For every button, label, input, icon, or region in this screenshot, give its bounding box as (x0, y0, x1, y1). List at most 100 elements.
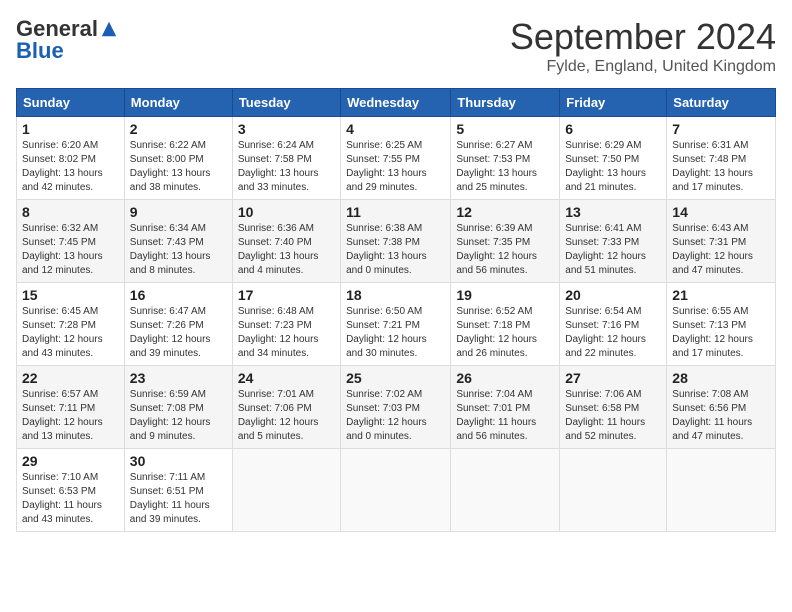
header: General Blue September 2024 Fylde, Engla… (16, 16, 776, 76)
day-info: Sunrise: 7:11 AM Sunset: 6:51 PM Dayligh… (130, 471, 227, 527)
day-info: Sunrise: 6:24 AM Sunset: 7:58 PM Dayligh… (238, 139, 335, 195)
calendar-cell: 16 Sunrise: 6:47 AM Sunset: 7:26 PM Dayli… (124, 283, 232, 366)
calendar-day-header: Thursday (451, 89, 560, 117)
day-info: Sunrise: 6:29 AM Sunset: 7:50 PM Dayligh… (565, 139, 661, 195)
day-number: 20 (565, 287, 661, 303)
logo-icon (100, 20, 118, 38)
calendar-table: SundayMondayTuesdayWednesdayThursdayFrid… (16, 88, 776, 532)
calendar-week-row: 29 Sunrise: 7:10 AM Sunset: 6:53 PM Dayli… (17, 449, 776, 532)
day-number: 25 (346, 370, 445, 386)
location-text: Fylde, England, United Kingdom (510, 58, 776, 76)
day-info: Sunrise: 7:10 AM Sunset: 6:53 PM Dayligh… (22, 471, 119, 527)
day-info: Sunrise: 6:32 AM Sunset: 7:45 PM Dayligh… (22, 222, 119, 278)
day-number: 4 (346, 121, 445, 137)
page-container: General Blue September 2024 Fylde, Engla… (0, 0, 792, 540)
day-number: 14 (672, 204, 770, 220)
calendar-cell: 29 Sunrise: 7:10 AM Sunset: 6:53 PM Dayli… (17, 449, 125, 532)
calendar-day-header: Saturday (667, 89, 776, 117)
logo-blue-text: Blue (16, 38, 64, 64)
calendar-cell: 7 Sunrise: 6:31 AM Sunset: 7:48 PM Daylig… (667, 117, 776, 200)
calendar-cell: 15 Sunrise: 6:45 AM Sunset: 7:28 PM Dayli… (17, 283, 125, 366)
month-title: September 2024 (510, 16, 776, 58)
day-info: Sunrise: 7:02 AM Sunset: 7:03 PM Dayligh… (346, 388, 445, 444)
day-number: 16 (130, 287, 227, 303)
calendar-cell: 3 Sunrise: 6:24 AM Sunset: 7:58 PM Daylig… (232, 117, 340, 200)
day-number: 8 (22, 204, 119, 220)
day-number: 11 (346, 204, 445, 220)
calendar-cell: 9Sunrise: 6:34 AM Sunset: 7:43 PM Daylig… (124, 200, 232, 283)
day-number: 28 (672, 370, 770, 386)
day-info: Sunrise: 7:06 AM Sunset: 6:58 PM Dayligh… (565, 388, 661, 444)
day-number: 7 (672, 121, 770, 137)
calendar-cell: 2 Sunrise: 6:22 AM Sunset: 8:00 PM Daylig… (124, 117, 232, 200)
calendar-header-row: SundayMondayTuesdayWednesdayThursdayFrid… (17, 89, 776, 117)
day-number: 1 (22, 121, 119, 137)
calendar-cell: 1Sunrise: 6:20 AM Sunset: 8:02 PM Daylig… (17, 117, 125, 200)
calendar-cell (667, 449, 776, 532)
calendar-week-row: 22 Sunrise: 6:57 AM Sunset: 7:11 PM Dayli… (17, 366, 776, 449)
calendar-cell: 24 Sunrise: 7:01 AM Sunset: 7:06 PM Dayli… (232, 366, 340, 449)
day-number: 19 (456, 287, 554, 303)
calendar-cell (560, 449, 667, 532)
calendar-cell: 5 Sunrise: 6:27 AM Sunset: 7:53 PM Daylig… (451, 117, 560, 200)
calendar-cell: 21 Sunrise: 6:55 AM Sunset: 7:13 PM Dayli… (667, 283, 776, 366)
calendar-cell: 18 Sunrise: 6:50 AM Sunset: 7:21 PM Dayli… (341, 283, 451, 366)
calendar-cell: 6 Sunrise: 6:29 AM Sunset: 7:50 PM Daylig… (560, 117, 667, 200)
day-number: 27 (565, 370, 661, 386)
day-info: Sunrise: 6:57 AM Sunset: 7:11 PM Dayligh… (22, 388, 119, 444)
day-number: 6 (565, 121, 661, 137)
day-info: Sunrise: 6:22 AM Sunset: 8:00 PM Dayligh… (130, 139, 227, 195)
day-number: 22 (22, 370, 119, 386)
day-number: 21 (672, 287, 770, 303)
day-number: 2 (130, 121, 227, 137)
calendar-cell: 8 Sunrise: 6:32 AM Sunset: 7:45 PM Daylig… (17, 200, 125, 283)
day-info: Sunrise: 7:08 AM Sunset: 6:56 PM Dayligh… (672, 388, 770, 444)
day-number: 17 (238, 287, 335, 303)
day-number: 23 (130, 370, 227, 386)
calendar-cell: 22 Sunrise: 6:57 AM Sunset: 7:11 PM Dayli… (17, 366, 125, 449)
day-number: 13 (565, 204, 661, 220)
day-info: Sunrise: 7:01 AM Sunset: 7:06 PM Dayligh… (238, 388, 335, 444)
calendar-cell: 25 Sunrise: 7:02 AM Sunset: 7:03 PM Dayli… (341, 366, 451, 449)
calendar-cell: 19 Sunrise: 6:52 AM Sunset: 7:18 PM Dayli… (451, 283, 560, 366)
day-info: Sunrise: 6:41 AM Sunset: 7:33 PM Dayligh… (565, 222, 661, 278)
day-info: Sunrise: 6:54 AM Sunset: 7:16 PM Dayligh… (565, 305, 661, 361)
day-info: Sunrise: 6:25 AM Sunset: 7:55 PM Dayligh… (346, 139, 445, 195)
calendar-week-row: 15 Sunrise: 6:45 AM Sunset: 7:28 PM Dayli… (17, 283, 776, 366)
day-info: Sunrise: 6:45 AM Sunset: 7:28 PM Dayligh… (22, 305, 119, 361)
day-number: 10 (238, 204, 335, 220)
day-number: 29 (22, 453, 119, 469)
day-number: 30 (130, 453, 227, 469)
calendar-cell: 20 Sunrise: 6:54 AM Sunset: 7:16 PM Dayli… (560, 283, 667, 366)
day-info: Sunrise: 6:47 AM Sunset: 7:26 PM Dayligh… (130, 305, 227, 361)
day-info: Sunrise: 6:43 AM Sunset: 7:31 PM Dayligh… (672, 222, 770, 278)
day-info: Sunrise: 6:55 AM Sunset: 7:13 PM Dayligh… (672, 305, 770, 361)
calendar-day-header: Monday (124, 89, 232, 117)
day-info: Sunrise: 6:36 AM Sunset: 7:40 PM Dayligh… (238, 222, 335, 278)
day-info: Sunrise: 6:52 AM Sunset: 7:18 PM Dayligh… (456, 305, 554, 361)
calendar-cell (341, 449, 451, 532)
calendar-cell: 14 Sunrise: 6:43 AM Sunset: 7:31 PM Dayli… (667, 200, 776, 283)
calendar-cell: 27 Sunrise: 7:06 AM Sunset: 6:58 PM Dayli… (560, 366, 667, 449)
calendar-cell: 23Sunrise: 6:59 AM Sunset: 7:08 PM Dayli… (124, 366, 232, 449)
day-number: 3 (238, 121, 335, 137)
calendar-cell: 11Sunrise: 6:38 AM Sunset: 7:38 PM Dayli… (341, 200, 451, 283)
calendar-day-header: Wednesday (341, 89, 451, 117)
day-number: 9 (130, 204, 227, 220)
logo: General Blue (16, 16, 118, 64)
title-section: September 2024 Fylde, England, United Ki… (510, 16, 776, 76)
day-info: Sunrise: 7:04 AM Sunset: 7:01 PM Dayligh… (456, 388, 554, 444)
calendar-cell: 30 Sunrise: 7:11 AM Sunset: 6:51 PM Dayli… (124, 449, 232, 532)
day-info: Sunrise: 6:50 AM Sunset: 7:21 PM Dayligh… (346, 305, 445, 361)
day-number: 15 (22, 287, 119, 303)
day-info: Sunrise: 6:31 AM Sunset: 7:48 PM Dayligh… (672, 139, 770, 195)
calendar-week-row: 1Sunrise: 6:20 AM Sunset: 8:02 PM Daylig… (17, 117, 776, 200)
day-number: 18 (346, 287, 445, 303)
calendar-cell: 10 Sunrise: 6:36 AM Sunset: 7:40 PM Dayli… (232, 200, 340, 283)
day-info: Sunrise: 6:27 AM Sunset: 7:53 PM Dayligh… (456, 139, 554, 195)
calendar-cell: 26Sunrise: 7:04 AM Sunset: 7:01 PM Dayli… (451, 366, 560, 449)
day-number: 24 (238, 370, 335, 386)
day-number: 5 (456, 121, 554, 137)
day-info: Sunrise: 6:39 AM Sunset: 7:35 PM Dayligh… (456, 222, 554, 278)
calendar-day-header: Sunday (17, 89, 125, 117)
